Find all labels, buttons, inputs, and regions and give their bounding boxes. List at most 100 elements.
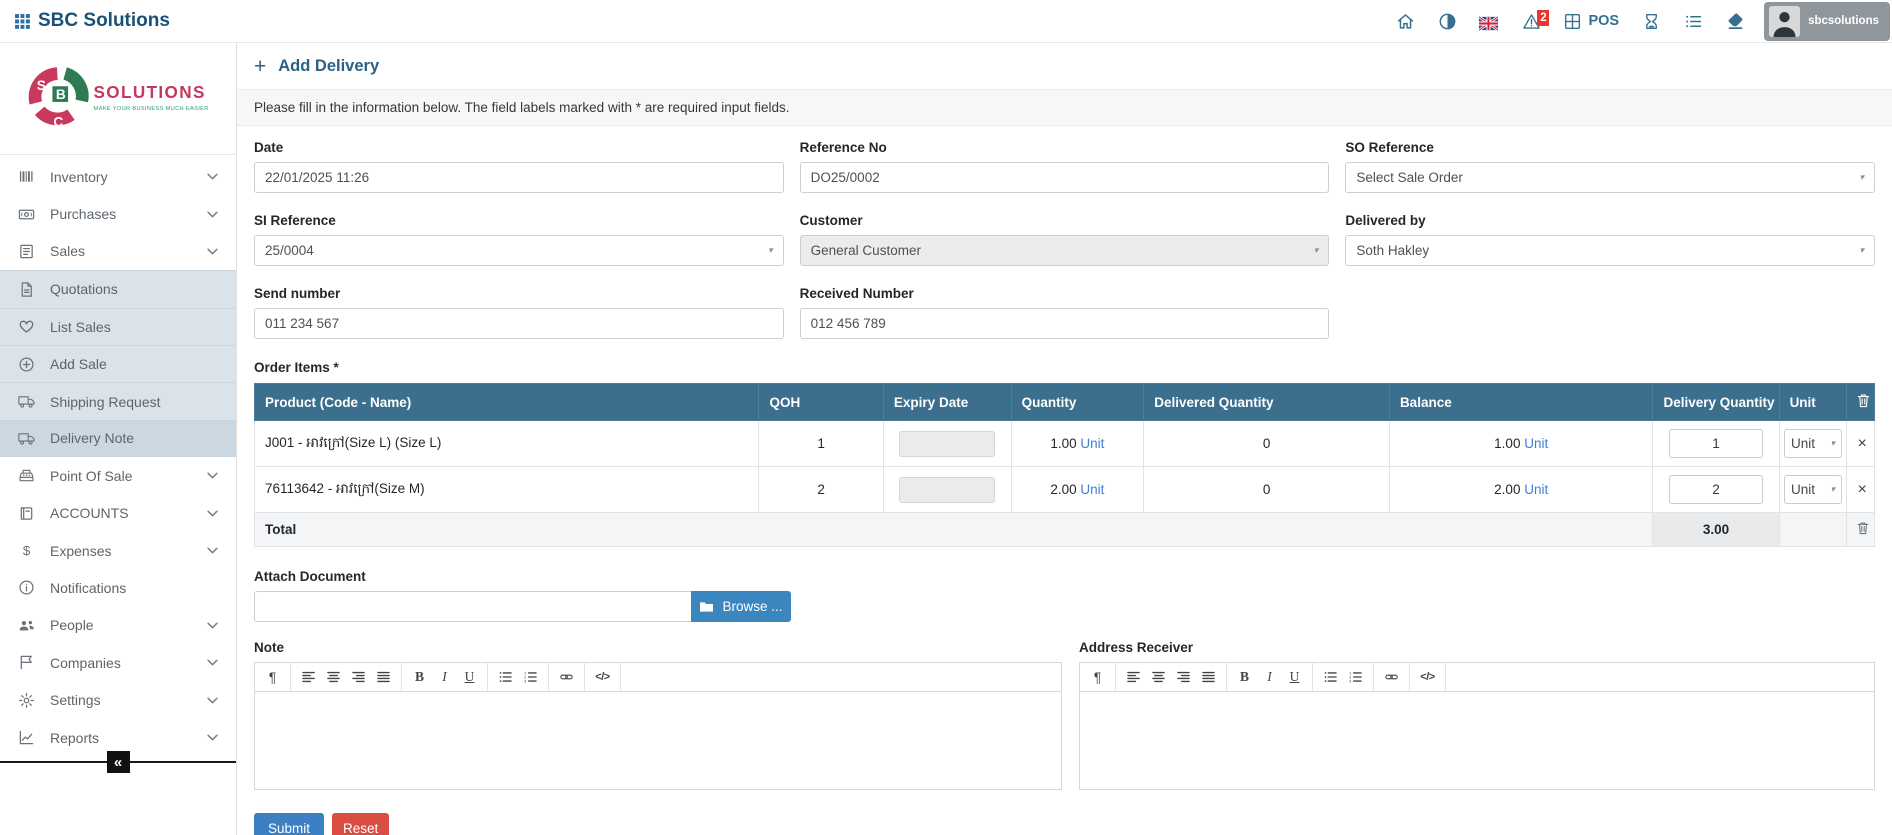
- browse-button[interactable]: Browse ...: [691, 591, 791, 622]
- sidebar-item-companies[interactable]: Companies: [0, 644, 236, 681]
- address-editor-body[interactable]: [1079, 692, 1875, 790]
- link-button[interactable]: [1379, 665, 1404, 689]
- caret-down-icon: ▾: [1859, 246, 1864, 255]
- sidebar-item-label: Expenses: [50, 543, 111, 559]
- expiry-date-input: [899, 477, 995, 503]
- sidebar-item-notifications[interactable]: Notifications: [0, 569, 236, 606]
- brand-name: SBC Solutions: [38, 10, 170, 32]
- sidebar-item-purchases[interactable]: Purchases: [0, 195, 236, 232]
- paragraph-format-button[interactable]: ¶: [1085, 665, 1110, 689]
- language-flag-icon[interactable]: [1468, 0, 1510, 42]
- expiry-cell: [883, 421, 1011, 467]
- note-editor-toolbar: ¶ BIU 123 </>: [254, 662, 1062, 692]
- sidebar-collapse[interactable]: «: [0, 761, 236, 773]
- quantity-unit-link[interactable]: Unit: [1080, 436, 1104, 451]
- quantity-unit-link[interactable]: Unit: [1080, 482, 1104, 497]
- date-input[interactable]: [254, 162, 784, 193]
- sidebar-item-quotations[interactable]: Quotations: [0, 270, 236, 307]
- align-center-button[interactable]: [1146, 665, 1171, 689]
- align-left-button[interactable]: [1121, 665, 1146, 689]
- info-strip: Please fill in the information below. Th…: [237, 90, 1892, 126]
- sidebar-item-sales[interactable]: Sales: [0, 233, 236, 270]
- order-item-row: J001 - អាវក្រៅ(Size L) (Size L)11.00 Uni…: [255, 421, 1875, 467]
- collapse-icon[interactable]: «: [107, 751, 130, 773]
- si-reference-select[interactable]: 25/0004 ▾: [254, 235, 784, 266]
- italic-button[interactable]: I: [432, 665, 457, 689]
- attach-file-input[interactable]: [254, 591, 691, 622]
- delivery-quantity-input[interactable]: [1669, 429, 1763, 458]
- balance-unit-link[interactable]: Unit: [1524, 482, 1548, 497]
- delivery-quantity-cell: [1653, 467, 1779, 513]
- list-menu-icon[interactable]: [1672, 0, 1714, 42]
- reset-button[interactable]: Reset: [332, 813, 389, 835]
- delivered-by-select[interactable]: Soth Hakley ▾: [1345, 235, 1875, 266]
- align-justify-button[interactable]: [1196, 665, 1221, 689]
- code-view-button[interactable]: </>: [590, 665, 615, 689]
- sidebar-item-add-sale[interactable]: Add Sale: [0, 345, 236, 382]
- attach-section: Attach Document Browse ...: [254, 569, 1875, 622]
- unit-select[interactable]: Unit▾: [1784, 475, 1842, 504]
- underline-button[interactable]: U: [457, 665, 482, 689]
- home-icon[interactable]: [1384, 0, 1426, 42]
- clear-cache-icon[interactable]: [1714, 0, 1756, 42]
- pos-link[interactable]: POS: [1552, 0, 1630, 42]
- sidebar-item-expenses[interactable]: $Expenses: [0, 532, 236, 569]
- send-number-input[interactable]: [254, 308, 784, 339]
- reference-no-input[interactable]: [800, 162, 1330, 193]
- italic-button[interactable]: I: [1257, 665, 1282, 689]
- sidebar-item-point-of-sale[interactable]: Point Of Sale: [0, 457, 236, 494]
- code-view-button[interactable]: </>: [1415, 665, 1440, 689]
- underline-button[interactable]: U: [1282, 665, 1307, 689]
- bold-button[interactable]: B: [1232, 665, 1257, 689]
- remove-row-button[interactable]: ×: [1857, 481, 1866, 498]
- address-receiver-section: Address Receiver ¶BIU123</>: [1079, 640, 1875, 790]
- sidebar-item-accounts[interactable]: ACCOUNTS: [0, 495, 236, 532]
- user-menu[interactable]: sbcsolutions: [1764, 2, 1890, 41]
- chevron-down-icon: [207, 510, 218, 517]
- remove-row-button[interactable]: ×: [1857, 435, 1866, 452]
- order-items-table: Product (Code - Name)QOHExpiry DateQuant…: [254, 383, 1875, 547]
- numbered-list-button[interactable]: 123: [518, 665, 543, 689]
- sidebar-item-label: Point Of Sale: [50, 468, 133, 484]
- alerts-button[interactable]: 2: [1510, 0, 1552, 42]
- customer-label: Customer: [800, 213, 1330, 228]
- bullet-list-button[interactable]: [1318, 665, 1343, 689]
- plus-icon: +: [254, 56, 266, 77]
- app-brand[interactable]: SBC Solutions: [14, 10, 170, 32]
- delivery-quantity-input[interactable]: [1669, 475, 1763, 504]
- received-number-input[interactable]: [800, 308, 1330, 339]
- qoh-cell: 2: [759, 467, 883, 513]
- align-justify-button[interactable]: [371, 665, 396, 689]
- bold-button[interactable]: B: [407, 665, 432, 689]
- so-reference-select[interactable]: Select Sale Order ▾: [1345, 162, 1875, 193]
- align-right-button[interactable]: [346, 665, 371, 689]
- delivered-quantity-cell: 0: [1144, 467, 1390, 513]
- sidebar-item-shipping-request[interactable]: Shipping Request: [0, 382, 236, 419]
- column-header-balance: Balance: [1389, 384, 1653, 421]
- numbered-list-button[interactable]: 123: [1343, 665, 1368, 689]
- align-right-button[interactable]: [1171, 665, 1196, 689]
- align-center-button[interactable]: [321, 665, 346, 689]
- note-editor-body[interactable]: [254, 692, 1062, 790]
- chart-icon: [18, 729, 35, 746]
- theme-contrast-icon[interactable]: [1426, 0, 1468, 42]
- bullet-list-button[interactable]: [493, 665, 518, 689]
- align-left-button[interactable]: [296, 665, 321, 689]
- balance-cell: 1.00 Unit: [1389, 421, 1653, 467]
- sidebar-item-people[interactable]: People: [0, 607, 236, 644]
- column-header-qoh: QOH: [759, 384, 883, 421]
- sidebar-item-settings[interactable]: Settings: [0, 681, 236, 718]
- submit-button[interactable]: Submit: [254, 813, 324, 835]
- username: sbcsolutions: [1808, 15, 1879, 27]
- quantity-cell: 2.00 Unit: [1011, 467, 1144, 513]
- paragraph-format-button[interactable]: ¶: [260, 665, 285, 689]
- unit-select[interactable]: Unit▾: [1784, 429, 1842, 458]
- sidebar-item-delivery-note[interactable]: Delivery Note: [0, 420, 236, 457]
- date-label: Date: [254, 140, 784, 155]
- hourglass-icon[interactable]: [1630, 0, 1672, 42]
- link-button[interactable]: [554, 665, 579, 689]
- sidebar-item-inventory[interactable]: Inventory: [0, 158, 236, 195]
- sidebar-item-list-sales[interactable]: List Sales: [0, 308, 236, 345]
- balance-unit-link[interactable]: Unit: [1524, 436, 1548, 451]
- clear-items-icon[interactable]: [1857, 521, 1869, 535]
